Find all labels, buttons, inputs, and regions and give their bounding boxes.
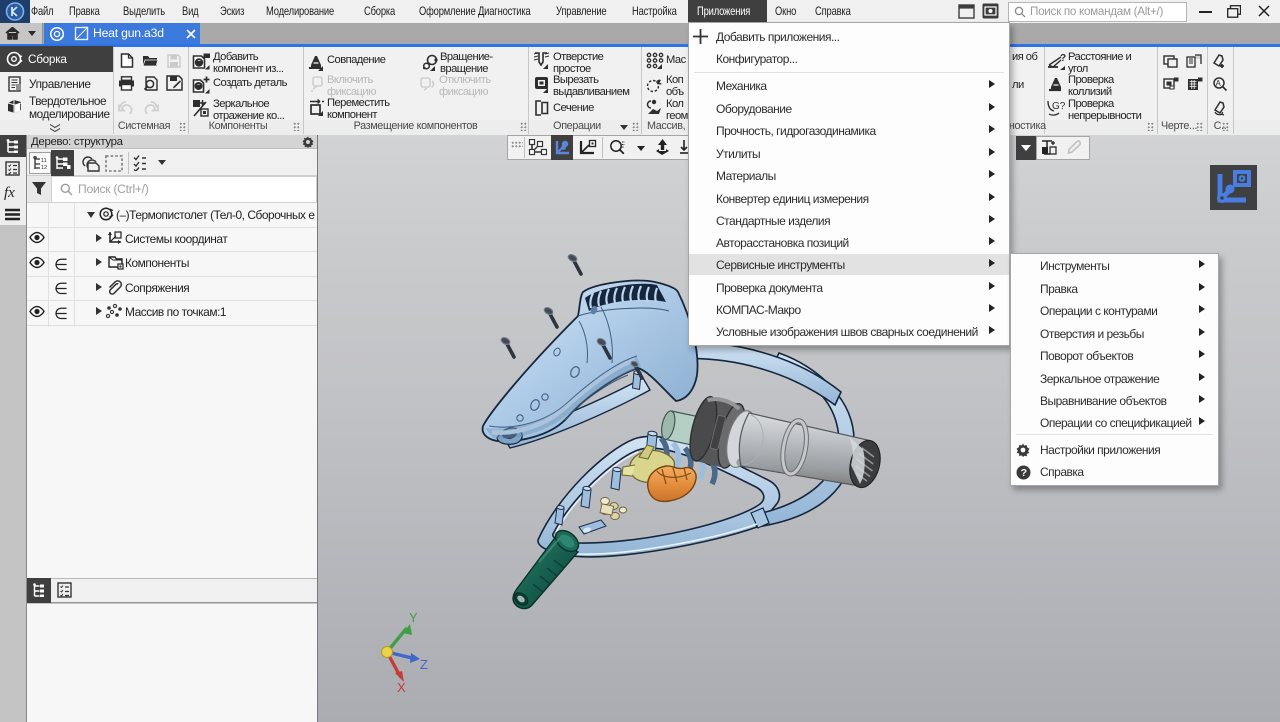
svg-text:12: 12 — [41, 165, 47, 170]
svg-text:?: ? — [1060, 53, 1066, 64]
svg-text:G?: G? — [1052, 101, 1066, 112]
svg-text:Y: Y — [409, 610, 418, 625]
svg-text:Z: Z — [420, 657, 428, 672]
svg-text:X: X — [397, 680, 406, 695]
svg-text:A: A — [1216, 79, 1222, 88]
svg-text:11: 11 — [41, 158, 47, 164]
svg-text:?: ? — [1021, 467, 1027, 479]
